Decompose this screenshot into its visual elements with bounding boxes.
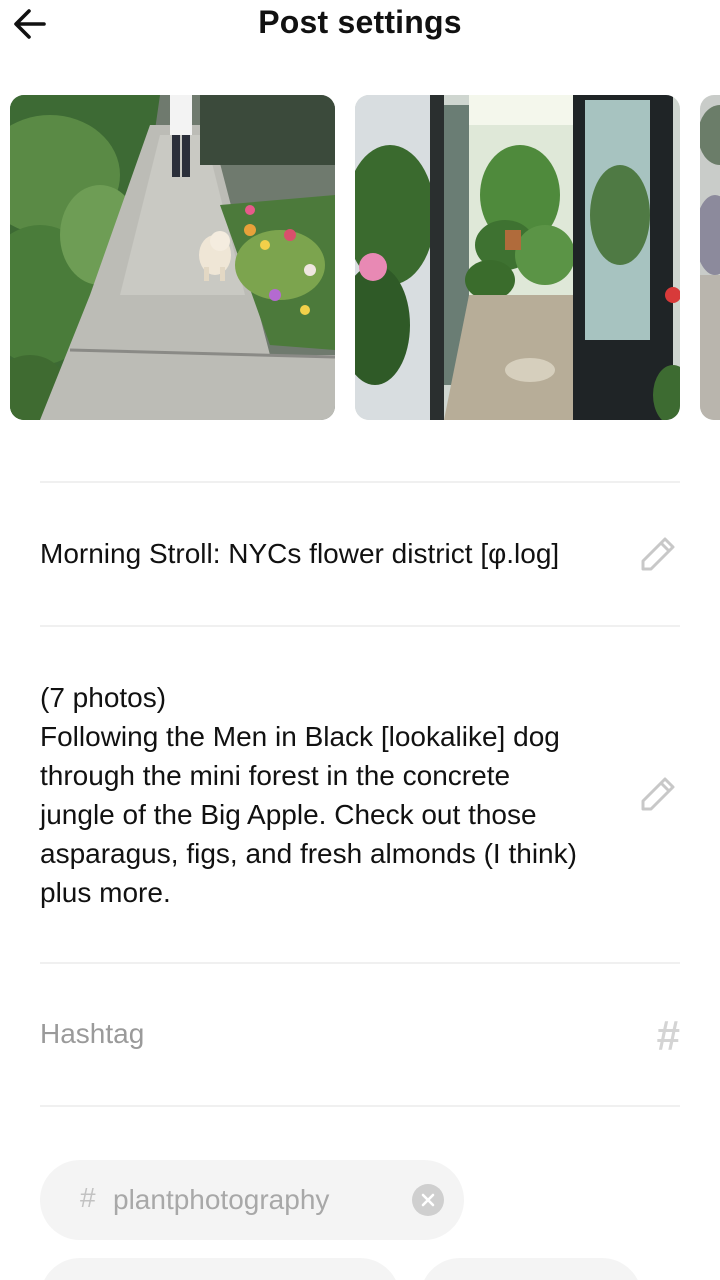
description-line: Following the Men in Black [lookalike] d…	[40, 721, 560, 752]
post-description-row: (7 photos) Following the Men in Black [l…	[40, 678, 680, 918]
hashtag-chip[interactable]: # plantphotography	[40, 1160, 464, 1240]
description-line: asparagus, figs, and fresh almonds (I th…	[40, 838, 577, 869]
description-line: through the mini forest in the concrete	[40, 760, 511, 791]
description-line: jungle of the Big Apple. Check out those	[40, 799, 537, 830]
post-title-row: Morning Stroll: NYCs flower district [φ.…	[40, 520, 680, 590]
hashtag-chip[interactable]	[420, 1258, 642, 1280]
header: Post settings	[0, 0, 720, 50]
divider	[40, 1105, 680, 1107]
photo-thumbnail-2[interactable]	[355, 95, 680, 420]
post-title: Morning Stroll: NYCs flower district [φ.…	[40, 538, 560, 569]
edit-description-button[interactable]	[636, 772, 680, 816]
close-circle-icon[interactable]	[412, 1184, 444, 1216]
page-title: Post settings	[258, 4, 462, 40]
pencil-icon	[641, 537, 675, 571]
description-line: (7 photos)	[40, 682, 167, 713]
divider	[40, 481, 680, 483]
post-description: (7 photos) Following the Men in Black [l…	[40, 678, 680, 912]
description-line: plus more.	[40, 877, 171, 908]
photo-carousel[interactable]	[0, 95, 720, 420]
pencil-icon	[641, 777, 675, 811]
hash-icon[interactable]: #	[657, 1012, 680, 1060]
edit-title-button[interactable]	[636, 532, 680, 576]
chip-label: plantphotography	[113, 1184, 330, 1215]
hashtag-placeholder: Hashtag	[40, 1018, 145, 1049]
divider	[40, 625, 680, 627]
photo-thumbnail-3[interactable]	[700, 95, 720, 420]
hashtag-chip[interactable]	[40, 1258, 400, 1280]
divider	[40, 962, 680, 964]
hashtag-input[interactable]: Hashtag #	[40, 1008, 680, 1064]
chip-hash-symbol: #	[80, 1182, 96, 1213]
photo-thumbnail-1[interactable]	[10, 95, 335, 420]
